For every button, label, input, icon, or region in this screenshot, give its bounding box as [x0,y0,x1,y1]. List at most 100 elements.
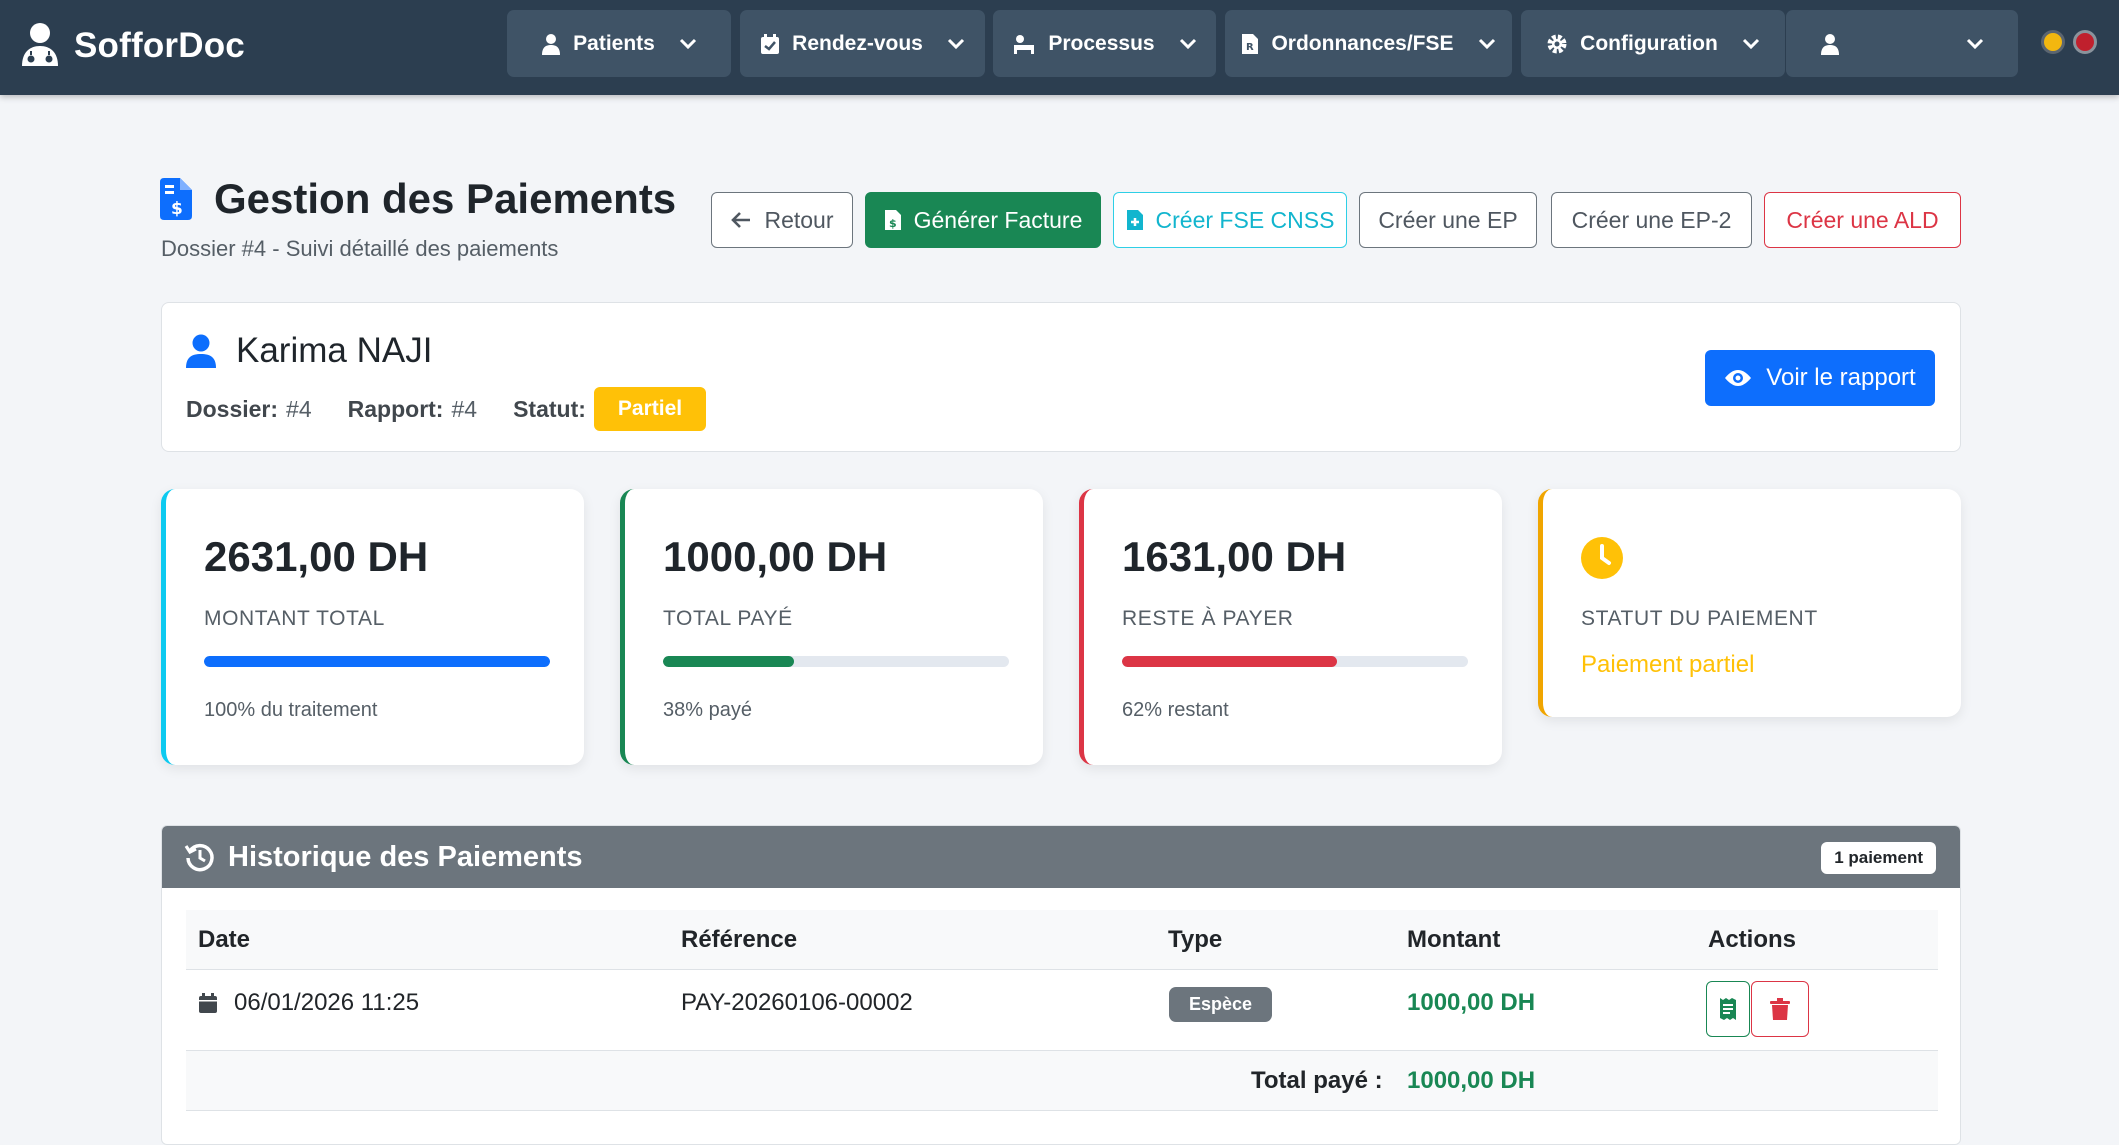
status-indicators [2041,30,2097,54]
statut-label: Statut: [513,395,586,422]
view-report-label: Voir le rapport [1766,364,1916,391]
nav-configuration-label: Configuration [1580,31,1718,55]
nav-configuration[interactable]: Configuration [1521,10,1785,77]
row-type-badge: Espèce [1169,987,1273,1022]
chevron-down-icon [1966,38,1984,49]
row-date: 06/01/2026 11:25 [198,989,419,1017]
page-title: Gestion des Paiements [214,175,677,222]
history-header: Historique des Paiements 1 paiement [162,826,1960,888]
col-reference: Référence [681,926,798,953]
brand-name: SofforDoc [74,26,245,65]
arrow-left-icon [731,212,751,228]
generate-invoice-label: Générer Facture [913,206,1083,233]
create-ep2-label: Créer une EP-2 [1571,206,1732,233]
paid-note: 38% payé [663,699,752,721]
user-injured-icon [542,33,561,55]
remaining-label: RESTE À PAYER [1122,607,1294,630]
paid-label: TOTAL PAYÉ [663,607,793,630]
file-medical-icon [1126,210,1143,230]
gear-icon [1547,34,1567,53]
row-date-value: 06/01/2026 11:25 [234,989,420,1016]
remaining-note: 62% restant [1122,699,1229,721]
delete-payment-button[interactable] [1751,981,1809,1037]
status-label: STATUT DU PAIEMENT [1581,607,1818,630]
paid-progress-bar [663,656,1009,667]
status-badge: Partiel [593,387,707,431]
patient-name-row: Karima NAJI [186,331,432,371]
total-progress-fill [204,656,550,667]
invoice-dollar-icon: $ [160,178,192,220]
view-report-button[interactable]: Voir le rapport [1705,350,1935,406]
create-fse-cnss-label: Créer FSE CNSS [1155,206,1335,233]
chevron-down-icon [1478,38,1495,49]
col-montant: Montant [1407,926,1501,953]
history-icon [184,843,214,872]
dossier-info: Dossier: #4 [186,396,312,423]
nav-ordonnances-fse[interactable]: R Ordonnances/FSE [1225,10,1512,77]
table-row: 06/01/2026 11:25 PAY-20260106-00002 Espè… [186,970,1938,1051]
nav-patients[interactable]: Patients [507,10,731,77]
user-icon [186,334,216,368]
clock-icon [1581,537,1623,579]
create-ald-label: Créer une ALD [1786,206,1939,233]
svg-text:$: $ [171,199,183,219]
rapport-value: #4 [451,395,478,422]
page-header: $ Gestion des Paiements [160,175,676,223]
red-status-dot [2073,30,2097,54]
create-ep-button[interactable]: Créer une EP [1359,192,1537,248]
statut-info: Statut: Partiel [513,387,707,431]
nav-rendez-vous-label: Rendez-vous [792,31,923,55]
generate-invoice-button[interactable]: $ Générer Facture [865,192,1101,248]
back-button[interactable]: Retour [711,192,853,248]
nav-processus[interactable]: Processus [993,10,1216,77]
chevron-down-icon [679,38,696,49]
row-amount: 1000,00 DH [1407,989,1536,1016]
prescription-file-icon: R [1242,33,1259,54]
history-title: Historique des Paiements [228,840,583,873]
total-amount: 2631,00 DH [204,533,429,580]
paid-progress-fill [663,656,795,667]
dossier-value: #4 [286,395,312,422]
col-type: Type [1168,926,1223,953]
patient-card: Karima NAJI Dossier: #4 Rapport: #4 Statut… [161,302,1961,452]
nav-user-menu[interactable] [1786,10,2018,77]
remaining-progress-bar [1122,656,1468,667]
chevron-down-icon [947,38,964,49]
trash-icon [1770,998,1790,1020]
rapport-info: Rapport: #4 [348,396,477,423]
user-icon [1821,33,1839,55]
patient-meta: Dossier: #4 Rapport: #4 Statut: Partiel [186,387,707,431]
payment-count-badge: 1 paiement [1821,842,1936,874]
create-ep2-button[interactable]: Créer une EP-2 [1551,192,1752,248]
col-date: Date [198,926,251,953]
chevron-down-icon [1179,38,1196,49]
create-fse-cnss-button[interactable]: Créer FSE CNSS [1113,192,1347,248]
create-ald-button[interactable]: Créer une ALD [1764,192,1961,248]
remaining-amount: 1631,00 DH [1122,533,1347,580]
nav-rendez-vous[interactable]: Rendez-vous [740,10,985,77]
brand[interactable]: SofforDoc [20,20,245,72]
paid-amount: 1000,00 DH [663,533,888,580]
table-footer: Total payé : 1000,00 DH [186,1051,1938,1111]
stat-card-remaining: 1631,00 DH RESTE À PAYER 62% restant [1079,489,1502,765]
dossier-label: Dossier: [186,395,279,422]
receipt-button[interactable] [1706,981,1750,1037]
create-ep-label: Créer une EP [1378,206,1518,233]
back-button-label: Retour [764,206,834,233]
file-invoice-icon: $ [884,210,901,230]
total-paid-label: Total payé : [1251,1067,1383,1094]
receipt-icon [1720,998,1736,1020]
page-subtitle: Dossier #4 - Suivi détaillé des paiement… [161,236,559,261]
patient-name: Karima NAJI [236,331,433,370]
chevron-down-icon [1742,38,1759,49]
calendar-icon [199,993,217,1013]
calendar-check-icon [761,33,780,54]
payment-status-value: Paiement partiel [1581,651,1755,678]
payment-table: Date Référence Type Montant Actions 06/0… [186,910,1938,1111]
col-actions: Actions [1708,926,1797,953]
payment-history-card: Historique des Paiements 1 paiement Date… [161,825,1961,1145]
row-reference: PAY-20260106-00002 [681,989,913,1016]
total-paid-value: 1000,00 DH [1407,1067,1536,1094]
total-note: 100% du traitement [204,699,378,721]
nav-processus-label: Processus [1048,31,1155,55]
